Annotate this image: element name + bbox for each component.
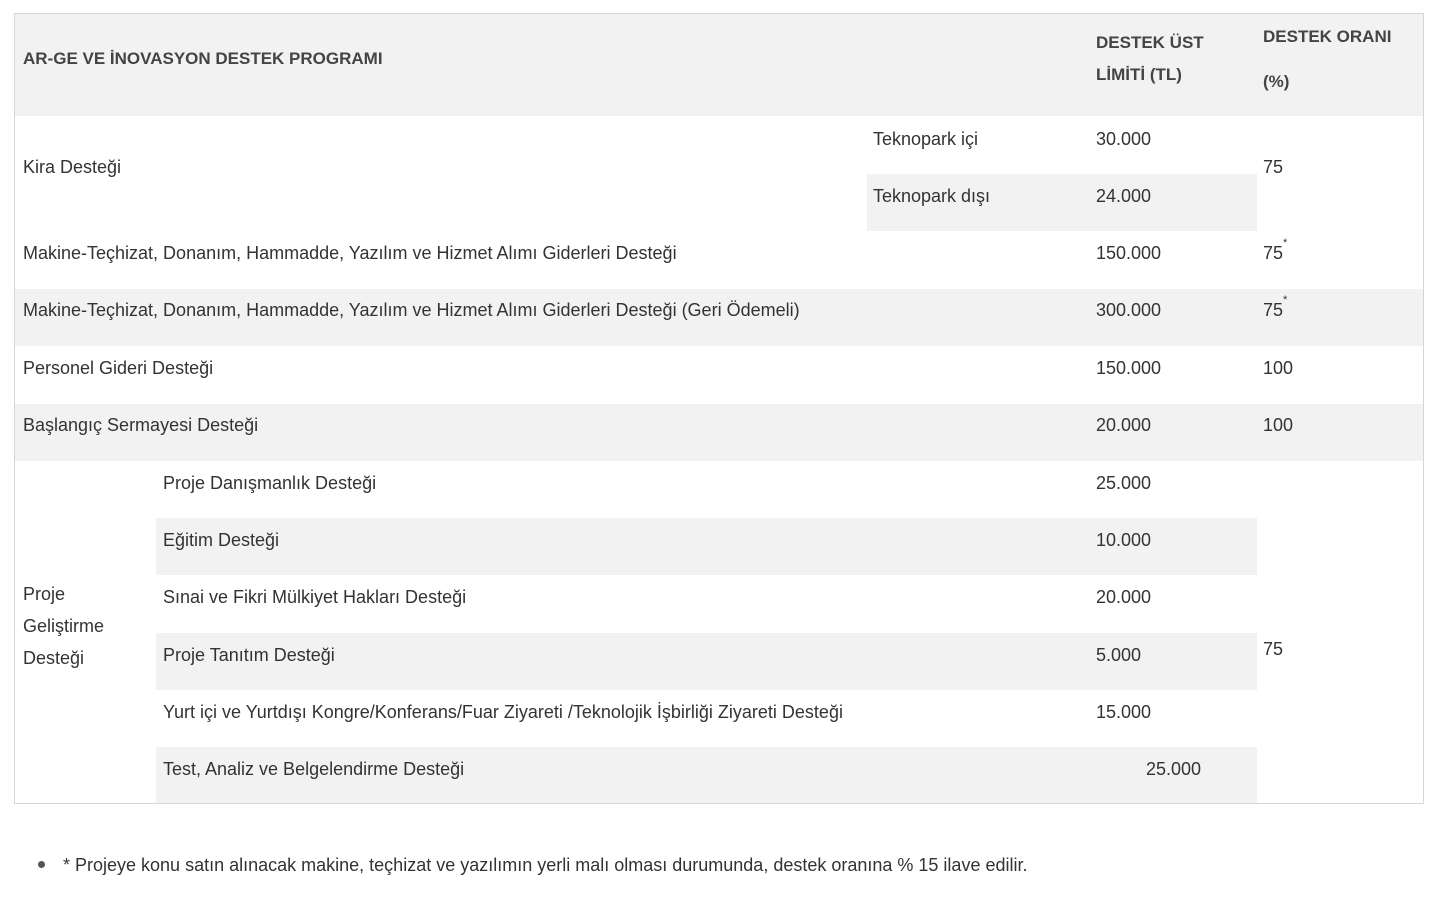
kira-rate: 75 [1263, 157, 1284, 177]
header-limit-line1: DESTEK ÜST [1096, 33, 1204, 52]
footnote-text: * Projeye konu satın alınacak makine, te… [63, 855, 1028, 875]
kira-label: Kira Desteği [23, 157, 122, 177]
kira-sub-ici: Teknopark içi [873, 129, 979, 149]
proje-item-label: Test, Analiz ve Belgelendirme Desteği [163, 759, 465, 779]
proje-label-line3: Desteği [23, 648, 85, 668]
proje-item-limit: 5.000 [1096, 645, 1142, 665]
row-rate: 100 [1263, 415, 1294, 435]
row-label: Başlangıç Sermayesi Desteği [23, 415, 259, 435]
bullet-icon [38, 860, 45, 868]
header-rate-line2: (%) [1263, 72, 1290, 91]
proje-rate: 75 [1263, 639, 1284, 659]
proje-item-label: Yurt içi ve Yurtdışı Kongre/Konferans/Fu… [163, 702, 843, 722]
kira-limit-disi: 24.000 [1096, 186, 1152, 206]
header-rate-line1: DESTEK ORANI [1263, 27, 1392, 46]
proje-item-label: Sınai ve Fikri Mülkiyet Hakları Desteği [163, 587, 467, 607]
proje-item-limit: 25.000 [1146, 759, 1202, 779]
row-label: Personel Gideri Desteği [23, 358, 214, 378]
proje-item-limit: 20.000 [1096, 587, 1152, 607]
footnote: * Projeye konu satın alınacak makine, te… [38, 853, 1027, 877]
row-rate: 75* [1263, 294, 1288, 321]
footnote-mark: * [1283, 294, 1288, 306]
kira-limit-ici: 30.000 [1096, 129, 1152, 149]
proje-item-label: Eğitim Desteği [163, 530, 280, 550]
row-label: Makine-Teçhizat, Donanım, Hammadde, Yazı… [23, 243, 677, 263]
proje-item-label: Proje Danışmanlık Desteği [163, 473, 377, 493]
proje-label-line1: Proje [23, 584, 66, 604]
row-label: Makine-Teçhizat, Donanım, Hammadde, Yazı… [23, 300, 800, 320]
row-bg [156, 518, 1257, 575]
header-program: AR-GE VE İNOVASYON DESTEK PROGRAMI [23, 49, 383, 68]
row-limit: 20.000 [1096, 415, 1152, 435]
proje-item-limit: 10.000 [1096, 530, 1152, 550]
row-limit: 300.000 [1096, 300, 1162, 320]
proje-item-limit: 15.000 [1096, 702, 1152, 722]
support-table: AR-GE VE İNOVASYON DESTEK PROGRAMI DESTE… [14, 13, 1424, 804]
proje-label-line2: Geliştirme [23, 616, 105, 636]
row-limit: 150.000 [1096, 358, 1162, 378]
proje-item-limit: 25.000 [1096, 473, 1152, 493]
header-limit-line2: LİMİTİ (TL) [1096, 65, 1182, 84]
row-rate: 75* [1263, 237, 1288, 264]
row-limit: 150.000 [1096, 243, 1162, 263]
kira-sub-disi: Teknopark dışı [873, 186, 991, 206]
footnote-mark: * [1283, 237, 1288, 249]
proje-item-label: Proje Tanıtım Desteği [163, 645, 335, 665]
row-rate: 100 [1263, 358, 1294, 378]
